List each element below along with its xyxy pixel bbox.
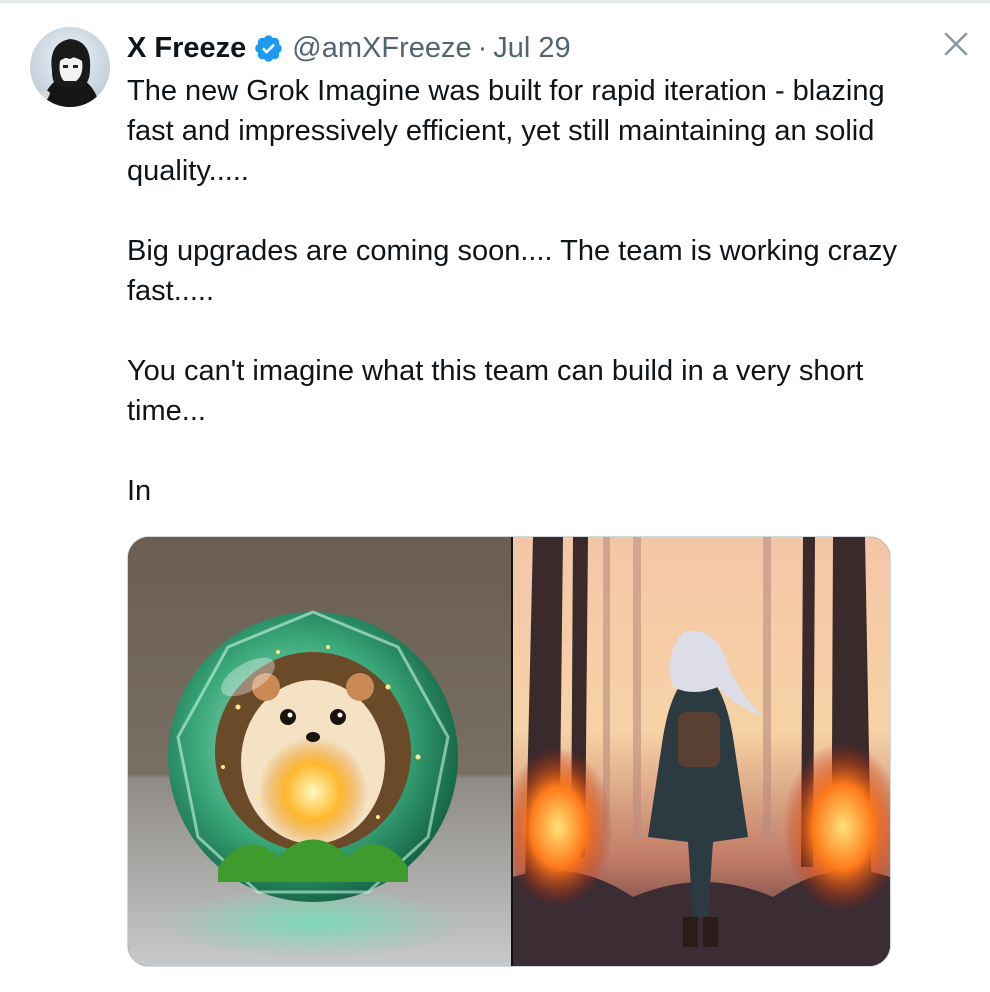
- author-name[interactable]: X Freeze: [127, 32, 246, 65]
- tweet-paragraph-4: In: [127, 475, 152, 507]
- avatar-image: [30, 27, 110, 107]
- close-button[interactable]: [938, 26, 974, 62]
- tweet-paragraph-2: Big upgrades are coming soon.... The tea…: [127, 235, 897, 307]
- separator-dot: ·: [477, 31, 488, 64]
- top-border: [0, 0, 990, 3]
- hedgehog-crystal-image[interactable]: [128, 537, 511, 966]
- tweet-header: X Freeze @amXFreeze · Jul 29: [127, 28, 571, 68]
- tweet-text: The new Grok Imagine was built for rapid…: [127, 71, 917, 511]
- verified-badge-icon: [253, 33, 284, 64]
- tweet-paragraph-1: The new Grok Imagine was built for rapid…: [127, 75, 885, 187]
- avatar[interactable]: [30, 27, 110, 107]
- tweet-date[interactable]: Jul 29: [493, 32, 570, 65]
- tweet-media[interactable]: [127, 536, 891, 967]
- forest-fire-image[interactable]: [513, 537, 890, 966]
- tweet-paragraph-3: You can't imagine what this team can bui…: [127, 355, 864, 427]
- author-handle[interactable]: @amXFreeze: [292, 32, 471, 65]
- close-icon: [944, 32, 968, 56]
